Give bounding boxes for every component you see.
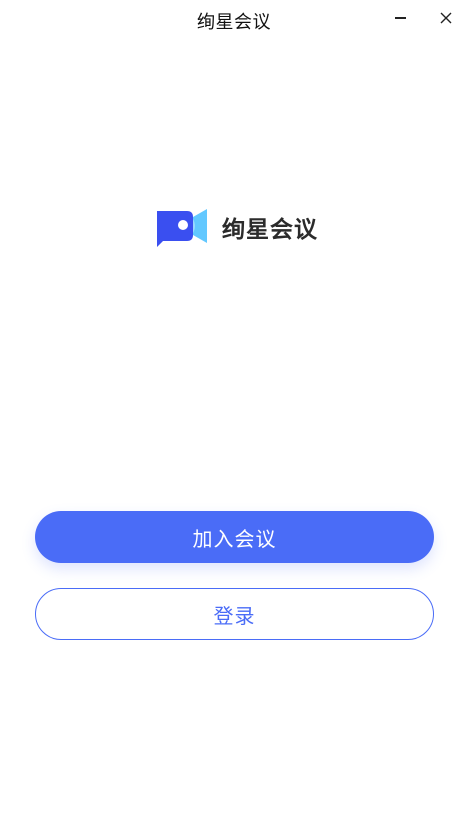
camera-chat-icon [157, 209, 207, 247]
close-icon [440, 12, 452, 24]
logo-text: 绚星会议 [222, 217, 318, 243]
minimize-button[interactable] [385, 4, 415, 32]
login-button[interactable]: 登录 [35, 588, 434, 640]
minimize-icon [394, 17, 406, 19]
app-logo: 绚星会议 [153, 206, 318, 248]
title-bar[interactable]: 绚星会议 [0, 0, 468, 38]
close-button[interactable] [431, 4, 461, 32]
app-window: 绚星会议 绚星会议 加入会议 登录 [0, 0, 468, 834]
join-meeting-button[interactable]: 加入会议 [35, 511, 434, 563]
